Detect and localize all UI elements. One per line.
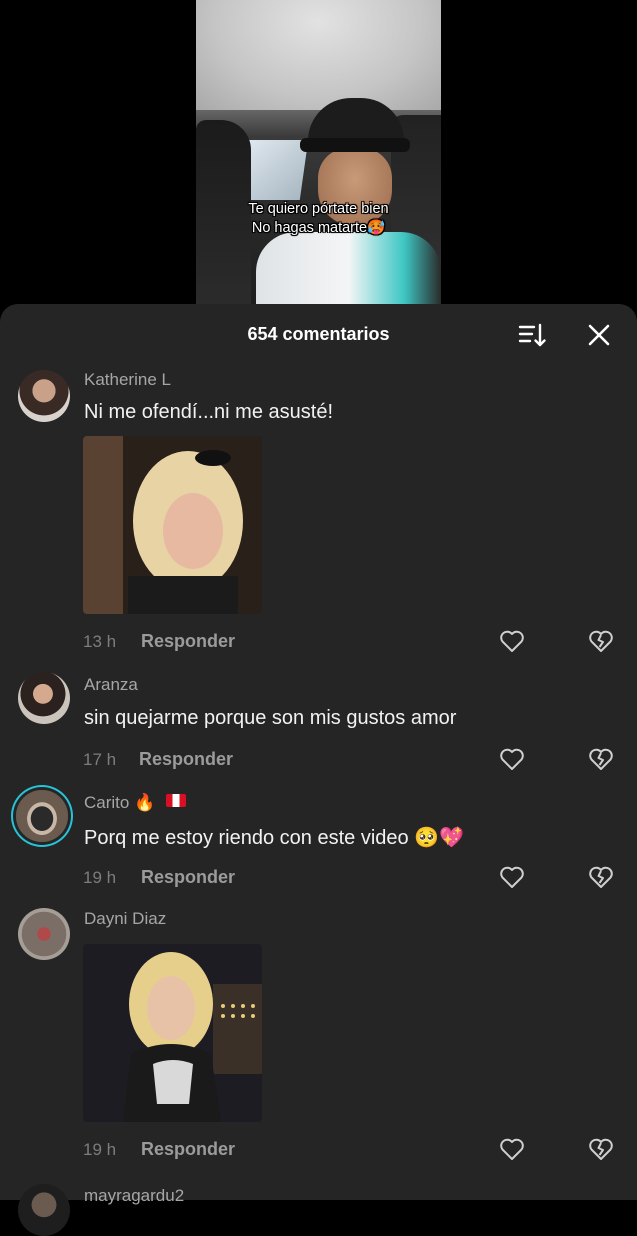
video-caption-line1: Te quiero pórtate bien [248, 201, 389, 217]
reply-button[interactable]: Responder [141, 631, 235, 652]
comment-text: Porq me estoy riendo con este video 🥺💖 [84, 825, 464, 850]
comment-emojis: 🥺💖 [414, 827, 465, 849]
broken-heart-icon[interactable] [587, 745, 615, 773]
reply-button[interactable]: Responder [141, 1139, 235, 1160]
reply-button[interactable]: Responder [139, 749, 233, 770]
comments-header: 654 comentarios [0, 304, 637, 366]
heart-icon[interactable] [498, 745, 526, 773]
broken-heart-icon[interactable] [587, 1135, 615, 1163]
fire-emoji: 🔥 [134, 793, 156, 812]
comment-text: sin quejarme porque son mis gustos amor [84, 707, 457, 729]
avatar-story-ring[interactable] [16, 790, 68, 842]
comment-username[interactable]: mayragardu2 [84, 1186, 184, 1206]
comment-username-text[interactable]: Carito [84, 793, 129, 812]
video-preview[interactable]: Te quiero pórtate bien No hagas matarte🥵 [196, 0, 441, 304]
comment-username[interactable]: Aranza [84, 675, 138, 695]
avatar[interactable] [18, 908, 70, 960]
comment-time: 19 h [83, 868, 117, 887]
broken-heart-icon[interactable] [587, 863, 615, 891]
video-caption-line2: No hagas matarte🥵 [251, 220, 386, 236]
sort-icon[interactable] [517, 320, 547, 350]
comments-panel: 654 comentarios Katherine L Ni me ofendí… [0, 304, 637, 1236]
person-shirt [256, 232, 441, 304]
comment-text-body: Porq me estoy riendo con este video [84, 827, 409, 849]
comment-time: 13 h [83, 632, 117, 651]
comment-username[interactable]: Katherine L [84, 370, 171, 390]
broken-heart-icon[interactable] [587, 627, 615, 655]
car-roof [196, 0, 441, 110]
comment-gif[interactable] [83, 944, 262, 1122]
comment-time: 19 h [83, 1140, 117, 1159]
comment-username[interactable]: Dayni Diaz [84, 909, 166, 929]
heart-icon[interactable] [498, 627, 526, 655]
comment-gif[interactable] [83, 436, 262, 614]
avatar[interactable] [18, 1184, 70, 1236]
heart-icon[interactable] [498, 1135, 526, 1163]
reply-button[interactable]: Responder [141, 867, 235, 888]
heart-icon[interactable] [498, 863, 526, 891]
comment-username[interactable]: Carito 🔥 [84, 793, 186, 813]
avatar[interactable] [18, 370, 70, 422]
comment-time: 17 h [83, 750, 117, 769]
peru-flag-icon [166, 794, 186, 807]
close-icon[interactable] [584, 320, 614, 350]
avatar[interactable] [18, 672, 70, 724]
person-cap-bill [300, 138, 410, 152]
video-caption: Te quiero pórtate bien No hagas matarte🥵 [196, 200, 441, 238]
comment-text: Ni me ofendí...ni me asusté! [84, 401, 334, 423]
